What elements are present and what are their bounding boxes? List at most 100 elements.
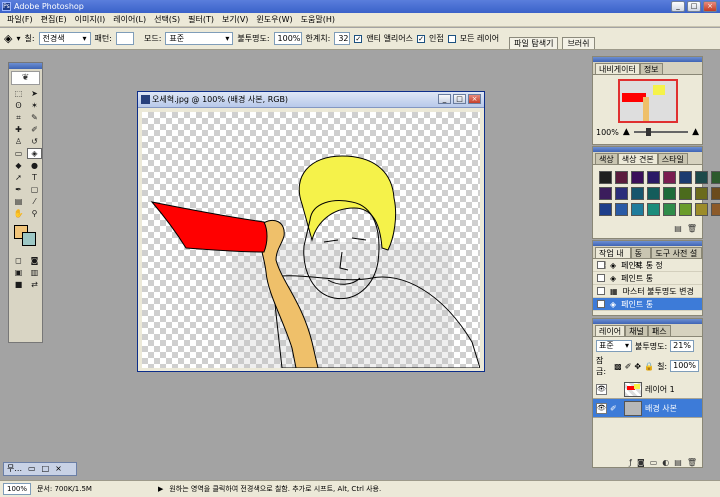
color-swatch[interactable] bbox=[679, 171, 692, 184]
tab-layers[interactable]: 레이어 bbox=[595, 325, 626, 336]
color-swatch[interactable] bbox=[599, 171, 612, 184]
color-swatch[interactable] bbox=[647, 187, 660, 200]
feather-logo-icon[interactable]: ❦ bbox=[11, 71, 40, 85]
history-item[interactable]: ◈ 페인트 통 bbox=[593, 272, 702, 285]
history-item[interactable]: ▦ 마스터 불투명도 변경 bbox=[593, 285, 702, 298]
color-swatch[interactable] bbox=[631, 187, 644, 200]
color-swatch[interactable] bbox=[695, 187, 708, 200]
close-icon[interactable]: × bbox=[55, 463, 62, 475]
contiguous-checkbox[interactable]: ✓ bbox=[417, 34, 426, 43]
lasso-tool-icon[interactable]: ʘ bbox=[11, 100, 26, 111]
adjustment-layer-icon[interactable]: ◐ bbox=[662, 458, 669, 467]
menu-select[interactable]: 선택(S) bbox=[150, 13, 184, 27]
history-item-selected[interactable]: ◈ 페인트 통 bbox=[593, 298, 702, 311]
magic-wand-tool-icon[interactable]: ✶ bbox=[27, 100, 42, 111]
restore-icon[interactable]: ▭ bbox=[28, 463, 36, 475]
zoom-tool-icon[interactable]: ⚲ bbox=[27, 208, 42, 219]
color-swatch[interactable] bbox=[647, 171, 660, 184]
color-swatch[interactable] bbox=[711, 203, 720, 216]
layer-mask-icon[interactable]: ◙ bbox=[637, 458, 645, 467]
all-layers-checkbox[interactable] bbox=[447, 34, 456, 43]
background-color-swatch[interactable] bbox=[22, 232, 36, 246]
pattern-picker[interactable] bbox=[115, 32, 134, 45]
color-swatch[interactable] bbox=[631, 171, 644, 184]
crop-tool-icon[interactable]: ⌗ bbox=[11, 112, 26, 123]
notes-tool-icon[interactable]: ▤ bbox=[11, 196, 26, 207]
tab-tool-presets[interactable]: 도구 사전 설정 bbox=[651, 247, 702, 270]
tab-history[interactable]: 작업 내역 bbox=[595, 247, 631, 270]
color-swatch[interactable] bbox=[647, 203, 660, 216]
menu-edit[interactable]: 편집(E) bbox=[37, 13, 71, 27]
status-menu-arrow-icon[interactable]: ▶ bbox=[158, 485, 163, 493]
status-zoom-input[interactable]: 100% bbox=[3, 483, 32, 495]
color-swatch[interactable] bbox=[615, 203, 628, 216]
color-swatch[interactable] bbox=[615, 187, 628, 200]
minimize-button[interactable]: _ bbox=[671, 1, 685, 12]
zoom-out-icon[interactable]: ▲ bbox=[623, 127, 630, 137]
maximize-button[interactable]: □ bbox=[687, 1, 701, 12]
history-brush-tool-icon[interactable]: ↺ bbox=[27, 136, 42, 147]
document-minimize-button[interactable]: _ bbox=[438, 94, 451, 104]
antialias-checkbox[interactable]: ✓ bbox=[354, 34, 363, 43]
shape-tool-icon[interactable]: ▢ bbox=[27, 184, 42, 195]
opacity-input[interactable]: 100% bbox=[273, 32, 302, 45]
lock-transparency-icon[interactable]: ▩ bbox=[614, 362, 622, 371]
dodge-tool-icon[interactable]: ● bbox=[27, 160, 42, 171]
menu-image[interactable]: 이미지(I) bbox=[71, 13, 110, 27]
eye-icon[interactable]: 👁 bbox=[596, 402, 607, 414]
image-canvas[interactable] bbox=[142, 112, 480, 368]
delete-layer-icon[interactable]: 🗑 bbox=[687, 458, 697, 467]
new-swatch-icon[interactable]: ▤ bbox=[674, 224, 682, 233]
tool-preset-chevron-icon[interactable]: ▾ bbox=[16, 34, 20, 43]
menu-filter[interactable]: 필터(T) bbox=[184, 13, 218, 27]
fill-source-select[interactable]: 전경색 ▾ bbox=[38, 32, 91, 45]
eyedropper-tool-icon[interactable]: ⁄ bbox=[27, 196, 42, 207]
brush-icon[interactable]: ✐ bbox=[610, 404, 621, 413]
marquee-tool-icon[interactable]: ⬚ bbox=[11, 88, 26, 99]
tab-brushes[interactable]: 브러쉬 bbox=[562, 36, 595, 49]
hand-tool-icon[interactable]: ✋ bbox=[11, 208, 26, 219]
history-source-box[interactable] bbox=[597, 274, 605, 282]
eye-icon[interactable]: 👁 bbox=[596, 383, 607, 395]
color-swatch[interactable] bbox=[679, 187, 692, 200]
standard-screen-icon[interactable]: ▣ bbox=[11, 267, 26, 278]
document-title-bar[interactable]: 오세혁.jpg @ 100% (배경 사본, RGB) _ □ × bbox=[138, 92, 484, 108]
menu-file[interactable]: 파일(F) bbox=[3, 13, 37, 27]
history-source-box[interactable] bbox=[597, 261, 605, 269]
navigator-thumbnail[interactable] bbox=[617, 79, 678, 123]
document-close-button[interactable]: × bbox=[468, 94, 481, 104]
maximize-icon[interactable]: □ bbox=[42, 463, 50, 475]
paint-bucket-tool-icon[interactable]: ◈ bbox=[27, 148, 42, 159]
color-swatch[interactable] bbox=[663, 171, 676, 184]
color-swatch[interactable] bbox=[631, 203, 644, 216]
lock-all-icon[interactable]: 🔒 bbox=[644, 362, 654, 371]
standard-mode-icon[interactable]: ◻ bbox=[11, 255, 26, 266]
mode-select[interactable]: 표준 ▾ bbox=[165, 32, 234, 45]
tab-info[interactable]: 정보 bbox=[639, 63, 663, 74]
tab-navigator[interactable]: 내비게이터 bbox=[595, 63, 640, 74]
lock-position-icon[interactable]: ✥ bbox=[634, 362, 641, 371]
quick-mask-mode-icon[interactable]: ◙ bbox=[27, 255, 42, 266]
menu-help[interactable]: 도움말(H) bbox=[297, 13, 339, 27]
color-swatch[interactable] bbox=[679, 203, 692, 216]
color-swatch[interactable] bbox=[711, 171, 720, 184]
slice-tool-icon[interactable]: ✎ bbox=[27, 112, 42, 123]
color-swatch[interactable] bbox=[695, 171, 708, 184]
tab-actions[interactable]: 동작 bbox=[630, 247, 652, 270]
color-swatch[interactable] bbox=[663, 187, 676, 200]
move-tool-icon[interactable]: ➤ bbox=[27, 88, 42, 99]
delete-swatch-icon[interactable]: 🗑 bbox=[687, 224, 697, 233]
healing-brush-tool-icon[interactable]: ✚ bbox=[11, 124, 26, 135]
lock-image-icon[interactable]: ✐ bbox=[625, 362, 632, 371]
tab-channels[interactable]: 채널 bbox=[625, 325, 648, 336]
clone-stamp-tool-icon[interactable]: ♙ bbox=[11, 136, 26, 147]
menu-window[interactable]: 윈도우(W) bbox=[252, 13, 296, 27]
layer-opacity-input[interactable]: 21% bbox=[670, 340, 694, 352]
navigator-zoom-value[interactable]: 100% bbox=[596, 128, 619, 137]
path-selection-tool-icon[interactable]: ➚ bbox=[11, 172, 26, 183]
layer-row[interactable]: 👁 레이어 1 bbox=[593, 380, 702, 399]
zoom-in-icon[interactable]: ▲ bbox=[692, 127, 699, 137]
full-screen-menu-icon[interactable]: ▥ bbox=[27, 267, 42, 278]
history-source-box[interactable] bbox=[597, 287, 605, 295]
tolerance-input[interactable]: 32 bbox=[334, 32, 351, 45]
